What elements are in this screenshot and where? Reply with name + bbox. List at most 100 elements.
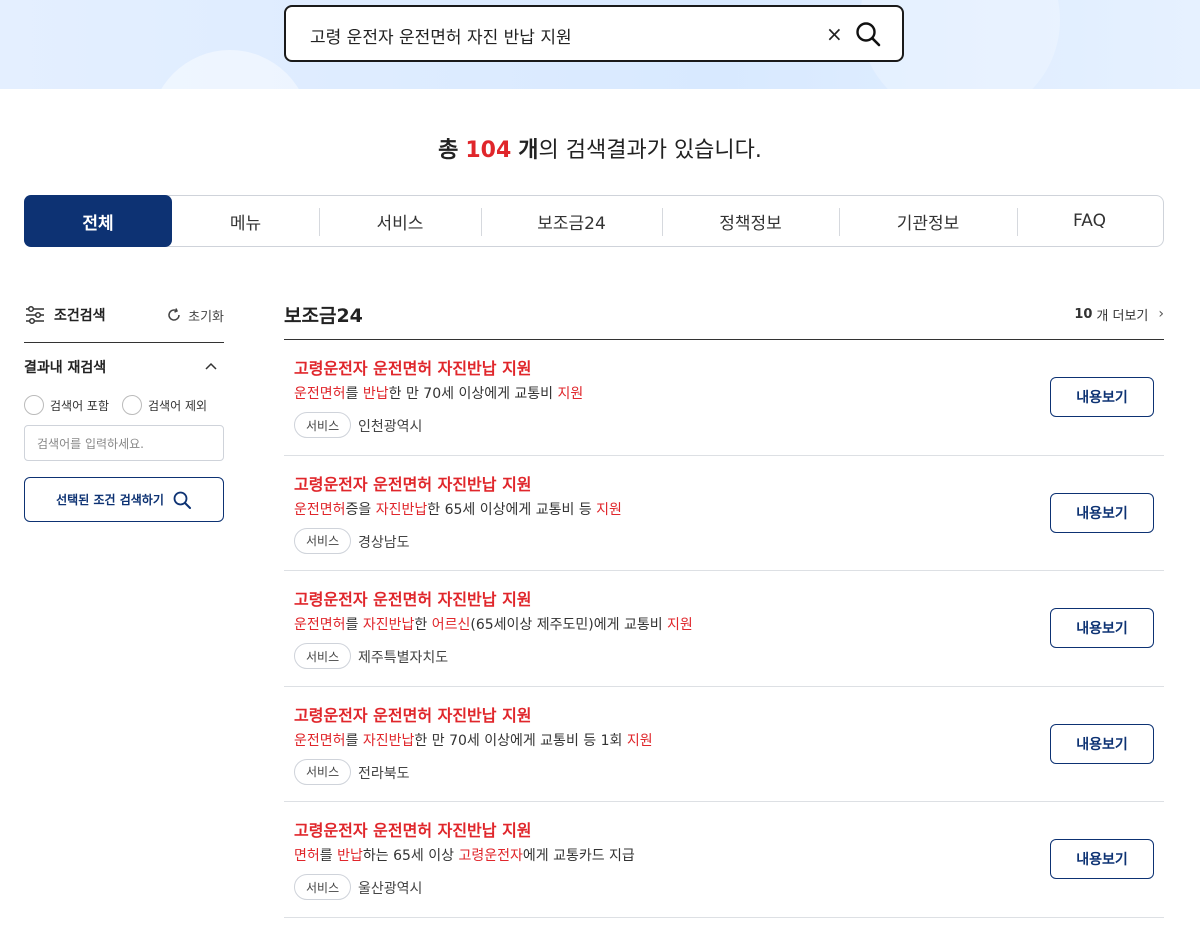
result-region: 전라북도 — [358, 765, 410, 782]
keyword-highlight: 지원 — [667, 617, 693, 634]
result-item: 고령운전자 운전면허 자진반납 지원면허를 반납하는 65세 이상 고령운전자에… — [284, 802, 1164, 918]
description-text: 한 — [414, 617, 432, 634]
result-description: 운전면허를 자진반납한 만 70세 이상에게 교통비 등 1회 지원 — [294, 730, 653, 750]
category-badge: 서비스 — [294, 643, 352, 670]
result-list: 고령운전자 운전면허 자진반납 지원 운전면허를 반납한 만 70세 이상에게 교… — [284, 340, 1164, 918]
result-description: 운전면허를 자진반납한 어르신(65세이상 제주도민)에게 교통비 지원 — [294, 614, 693, 634]
keyword-highlight: 어르신 — [431, 617, 471, 634]
more-button[interactable]: 10 개 더보기 › — [1074, 305, 1164, 324]
apply-filter-label: 선택된 조건 검색하기 — [56, 493, 164, 507]
refine-toggle[interactable]: 결과내 재검색 — [24, 357, 224, 377]
description-text: 한 65세 이상에게 교통비 등 — [427, 501, 597, 518]
description-text: 한 만 70세 이상에게 교통비 — [388, 386, 558, 402]
keyword-highlight: 지원 — [626, 732, 653, 749]
result-description: 운전면허를 반납한 만 70세 이상에게 교통비 지원 — [294, 383, 583, 403]
result-item: 고령운전자 운전면허 자진반납 지원운전면허를 자진반납한 어르신(65세이상 … — [284, 571, 1164, 687]
category-badge: 서비스 — [294, 412, 352, 438]
description-text: (65세이상 제주도민)에게 교통비 — [470, 617, 668, 634]
refine-search-input[interactable]: 검색어를 입력하세요. — [24, 425, 224, 461]
keyword-highlight: 면허 — [294, 848, 320, 865]
tab-all[interactable]: 전체 — [24, 195, 172, 247]
radio-circle[interactable] — [122, 395, 143, 415]
radio-exclude-label: 검색어 제외 — [148, 398, 208, 413]
result-title[interactable]: 고령운전자 운전면허 자진반납 지원 — [294, 817, 532, 841]
keyword-highlight: 반납 — [337, 848, 363, 865]
result-title[interactable]: 고령운전자 운전면허 자진반납 지원 — [294, 586, 532, 610]
keyword-highlight: 운전면허 — [294, 732, 346, 749]
keyword-highlight: 자진반납 — [362, 617, 415, 634]
radio-circle[interactable] — [24, 395, 44, 415]
result-description: 운전면허증을 자진반납한 65세 이상에게 교통비 등 지원 — [294, 499, 622, 519]
tab-subsidy24[interactable]: 보조금24 — [481, 196, 662, 246]
keyword-highlight: 운전면허 — [294, 501, 346, 518]
apply-filter-button[interactable]: 선택된 조건 검색하기 — [24, 477, 224, 522]
keyword-highlight: 반납 — [362, 386, 389, 402]
reset-label: 초기화 — [188, 309, 224, 325]
keyword-highlight: 고령운전자 — [458, 848, 523, 865]
result-region: 경상남도 — [358, 534, 410, 551]
filter-title-label: 조건검색 — [54, 308, 106, 324]
result-region: 울산광역시 — [358, 881, 423, 898]
summary-prefix: 총 — [438, 138, 459, 163]
view-details-button[interactable]: 내용보기 — [1050, 723, 1154, 764]
description-text: 에게 교통카드 지급 — [522, 848, 635, 865]
view-details-button[interactable]: 내용보기 — [1050, 377, 1154, 417]
chevron-up-icon — [205, 362, 217, 370]
description-text: 증을 — [345, 501, 376, 518]
refresh-icon — [168, 308, 180, 321]
result-region: 인천광역시 — [358, 419, 423, 435]
view-details-button[interactable]: 내용보기 — [1050, 839, 1154, 880]
divider — [24, 342, 224, 343]
tab-menu[interactable]: 메뉴 — [172, 196, 319, 246]
radio-include-label: 검색어 포함 — [50, 398, 110, 413]
more-label: 개 더보기 — [1096, 308, 1149, 324]
filter-sliders-icon — [26, 305, 44, 325]
tab-policy[interactable]: 정책정보 — [662, 196, 839, 246]
results-panel: 보조금24 10 개 더보기 › 고령운전자 운전면허 자진반납 지원 운전면허를… — [284, 297, 1164, 918]
description-text: 를 — [345, 617, 363, 634]
description-text: 를 — [345, 386, 363, 402]
refine-title: 결과내 재검색 — [24, 360, 107, 376]
radio-include[interactable]: 검색어 포함 — [24, 395, 109, 415]
category-badge: 서비스 — [294, 874, 352, 901]
summary-unit: 개 — [518, 138, 539, 163]
tab-agency[interactable]: 기관정보 — [839, 196, 1017, 246]
search-icon[interactable] — [854, 20, 882, 48]
search-bar[interactable]: 고령 운전자 운전면허 자진 반납 지원 × — [284, 5, 904, 62]
category-tabs: 전체 메뉴 서비스 보조금24 정책정보 기관정보 FAQ — [24, 195, 1164, 247]
section-title: 보조금24 — [284, 304, 363, 327]
view-details-button[interactable]: 내용보기 — [1050, 492, 1154, 533]
description-text: 하는 65세 이상 — [362, 848, 459, 865]
result-count: 104 — [465, 138, 512, 163]
result-title[interactable]: 고령운전자 운전면허 자진반납 지원 — [294, 355, 532, 379]
result-item: 고령운전자 운전면허 자진반납 지원운전면허증을 자진반납한 65세 이상에게 … — [284, 456, 1164, 572]
category-badge: 서비스 — [294, 527, 352, 554]
tab-faq[interactable]: FAQ — [1017, 196, 1162, 246]
summary-suffix: 의 검색결과가 있습니다. — [538, 138, 762, 163]
search-input[interactable]: 고령 운전자 운전면허 자진 반납 지원 — [310, 23, 572, 48]
result-item: 고령운전자 운전면허 자진반납 지원운전면허를 반납한 만 70세 이상에게 교… — [284, 340, 1164, 456]
description-text: 를 — [345, 732, 363, 749]
filter-title: 조건검색 — [24, 305, 106, 325]
description-text: 한 만 70세 이상에게 교통비 등 1회 — [414, 732, 627, 749]
result-title[interactable]: 고령운전자 운전면허 자진반납 지원 — [294, 471, 532, 495]
chevron-right-icon: › — [1158, 306, 1164, 322]
radio-exclude[interactable]: 검색어 제외 — [122, 395, 207, 415]
description-text: 를 — [319, 848, 338, 865]
reset-button[interactable]: 초기화 — [166, 306, 224, 325]
more-count: 10 — [1074, 306, 1093, 322]
keyword-highlight: 자진반납 — [362, 732, 415, 749]
result-title[interactable]: 고령운전자 운전면허 자진반납 지원 — [294, 702, 532, 726]
category-badge: 서비스 — [294, 758, 352, 785]
result-region: 제주특별자치도 — [358, 650, 449, 667]
filter-sidebar: 조건검색 초기화 결과내 재검색 검색어 포함 검색어 제외 검색어를 입력하세… — [24, 300, 224, 522]
search-icon — [173, 491, 191, 509]
result-item: 고령운전자 운전면허 자진반납 지원운전면허를 자진반납한 만 70세 이상에게… — [284, 687, 1164, 803]
clear-icon[interactable]: × — [826, 22, 843, 46]
tab-service[interactable]: 서비스 — [319, 196, 481, 246]
view-details-button[interactable]: 내용보기 — [1050, 608, 1154, 649]
keyword-highlight: 자진반납 — [375, 501, 428, 518]
keyword-highlight: 지원 — [596, 501, 622, 518]
keyword-highlight: 운전면허 — [294, 617, 346, 634]
result-summary: 총 104 개의 검색결과가 있습니다. — [0, 132, 1200, 164]
